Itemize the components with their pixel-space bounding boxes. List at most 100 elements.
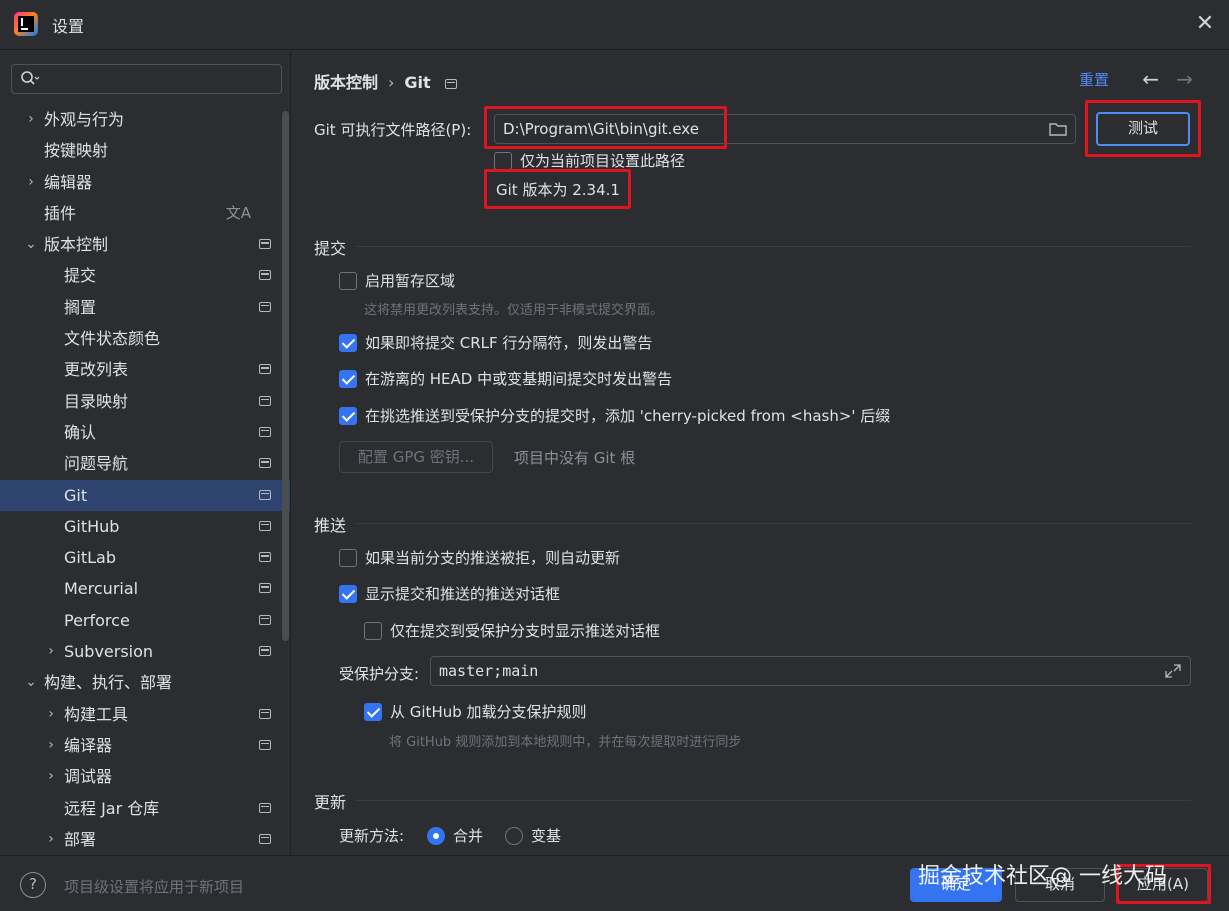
sidebar-item[interactable]: › 编辑器 [0, 167, 290, 198]
breadcrumb-current: Git [404, 73, 431, 92]
checkbox-box[interactable] [364, 622, 382, 640]
sidebar-scrollbar[interactable] [282, 111, 289, 641]
chevron-right-icon[interactable]: › [44, 761, 58, 792]
breadcrumb-separator: › [388, 73, 395, 92]
git-path-input[interactable]: D:\Program\Git\bin\git.exe [494, 114, 1076, 144]
sidebar-item[interactable]: Perforce [0, 605, 290, 636]
chevron-right-icon[interactable]: › [24, 104, 38, 135]
search-icon [21, 71, 40, 85]
sidebar-item[interactable]: › 编译器 [0, 730, 290, 761]
rebase-radio[interactable] [505, 827, 523, 845]
merge-radio[interactable] [427, 827, 445, 845]
sidebar-item[interactable]: › 构建工具 [0, 699, 290, 730]
sidebar-item[interactable]: ⌄ 构建、执行、部署 [0, 667, 290, 698]
sidebar-item[interactable]: 按键映射 [0, 135, 290, 166]
sidebar-item-label: 编辑器 [44, 172, 93, 192]
search-box[interactable] [11, 64, 282, 94]
sidebar-item[interactable]: 远程 Jar 仓库 [0, 793, 290, 824]
expand-icon[interactable] [1164, 663, 1182, 679]
sidebar-item[interactable]: 确认 [0, 417, 290, 448]
checkbox-box[interactable] [364, 703, 382, 721]
sidebar-item-label: 构建、执行、部署 [44, 673, 173, 693]
chevron-right-icon[interactable]: › [24, 167, 38, 198]
checkbox-box[interactable] [339, 585, 357, 603]
sidebar-item-label: 问题导航 [64, 454, 129, 474]
sidebar-item[interactable]: 插件 文A [0, 198, 290, 229]
sidebar-item[interactable]: › 部署 [0, 824, 290, 855]
checkbox-box[interactable] [339, 272, 357, 290]
search-input[interactable] [46, 69, 276, 89]
checkbox-box[interactable] [339, 549, 357, 567]
project-level-icon [259, 833, 271, 844]
sidebar-item[interactable]: 提交 [0, 260, 290, 291]
intellij-logo-icon [14, 12, 38, 36]
push-section-title: 推送 [314, 516, 347, 535]
checkbox-box[interactable] [339, 370, 357, 388]
section-divider [356, 523, 1191, 524]
sidebar-item[interactable]: 问题导航 [0, 448, 290, 479]
checkbox-box[interactable] [339, 407, 357, 425]
breadcrumb-parent[interactable]: 版本控制 [314, 73, 378, 92]
sidebar-item[interactable]: › 调试器 [0, 761, 290, 792]
chevron-right-icon[interactable]: › [44, 730, 58, 761]
rebase-label[interactable]: 变基 [531, 825, 561, 846]
watermark: 掘金技术社区@ 一线大码 [918, 864, 1167, 889]
sidebar-item-label: 外观与行为 [44, 110, 125, 129]
chevron-right-icon[interactable]: › [44, 824, 58, 855]
merge-label[interactable]: 合并 [453, 825, 483, 846]
sidebar-item-label: Subversion [64, 642, 154, 662]
footer-hint: 项目级设置将应用于新项目 [64, 878, 245, 896]
chevron-right-icon[interactable]: › [44, 699, 58, 730]
sidebar-item[interactable]: Git [0, 479, 290, 511]
project-level-icon [444, 78, 457, 89]
project-level-icon [259, 646, 271, 657]
sidebar-item[interactable]: › Subversion [0, 636, 290, 667]
sidebar-item[interactable]: 搁置 [0, 292, 290, 323]
checkbox-label: 在游离的 HEAD 中或变基期间提交时发出警告 [365, 370, 673, 388]
sidebar-item-label: 远程 Jar 仓库 [64, 798, 160, 818]
sidebar-item[interactable]: 更改列表 [0, 354, 290, 385]
section-divider [356, 246, 1191, 247]
sidebar-item-label: 插件 [44, 203, 77, 223]
protected-branches-input[interactable]: master;main [430, 656, 1191, 686]
chevron-down-icon[interactable]: ⌄ [24, 229, 38, 260]
close-icon[interactable]: ✕ [1193, 12, 1217, 36]
project-level-icon [259, 583, 271, 594]
breadcrumb: 版本控制 › Git [314, 69, 457, 93]
git-settings-panel: 版本控制 › Git 重置 ← → Git 可执行文件路径(P): D:\Progr… [292, 51, 1229, 855]
forward-arrow-icon[interactable]: → [1176, 67, 1193, 91]
project-level-icon [259, 239, 271, 250]
staging-hint: 这将禁用更改列表支持。仅适用于非模式提交界面。 [364, 303, 664, 318]
checkbox-box[interactable] [339, 334, 357, 352]
git-path-value: D:\Program\Git\bin\git.exe [503, 120, 699, 138]
sidebar-item[interactable]: 文件状态颜色 [0, 323, 290, 354]
sidebar-item[interactable]: › 外观与行为 [0, 104, 290, 135]
configure-gpg-button[interactable]: 配置 GPG 密钥... [339, 441, 493, 473]
github-rules-hint: 将 GitHub 规则添加到本地规则中，并在每次提取时进行同步 [389, 735, 742, 750]
settings-tree: › 外观与行为 按键映射 › 编辑器 插件 文A ⌄ 版本控制 提交 搁置 文件状态颜色 更改列表 目录映… [0, 104, 290, 855]
folder-icon[interactable] [1049, 121, 1067, 137]
sidebar-item[interactable]: 目录映射 [0, 386, 290, 417]
update-section-title: 更新 [314, 793, 347, 812]
project-level-icon [259, 301, 271, 312]
chevron-right-icon[interactable]: › [44, 636, 58, 667]
project-level-icon [259, 614, 271, 625]
sidebar-item[interactable]: GitHub [0, 511, 290, 542]
project-level-icon [259, 458, 271, 469]
sidebar-item-label: 部署 [64, 829, 97, 849]
checkbox-label: 仅为当前项目设置此路径 [520, 152, 686, 170]
chevron-down-icon[interactable]: ⌄ [24, 667, 38, 698]
project-level-icon [259, 552, 271, 563]
project-level-icon [259, 802, 271, 813]
sidebar-item[interactable]: GitLab [0, 542, 290, 573]
commit-section-title: 提交 [314, 239, 347, 258]
sidebar-item-label: Mercurial [64, 579, 139, 599]
back-arrow-icon[interactable]: ← [1142, 67, 1159, 91]
sidebar-item[interactable]: Mercurial [0, 573, 290, 604]
sidebar-item-label: Git [64, 485, 88, 505]
help-icon[interactable]: ? [20, 872, 46, 898]
reset-link[interactable]: 重置 [1079, 69, 1109, 90]
sidebar-item[interactable]: ⌄ 版本控制 [0, 229, 290, 260]
test-button[interactable]: 测试 [1096, 112, 1190, 146]
checkbox-box[interactable] [494, 152, 512, 170]
